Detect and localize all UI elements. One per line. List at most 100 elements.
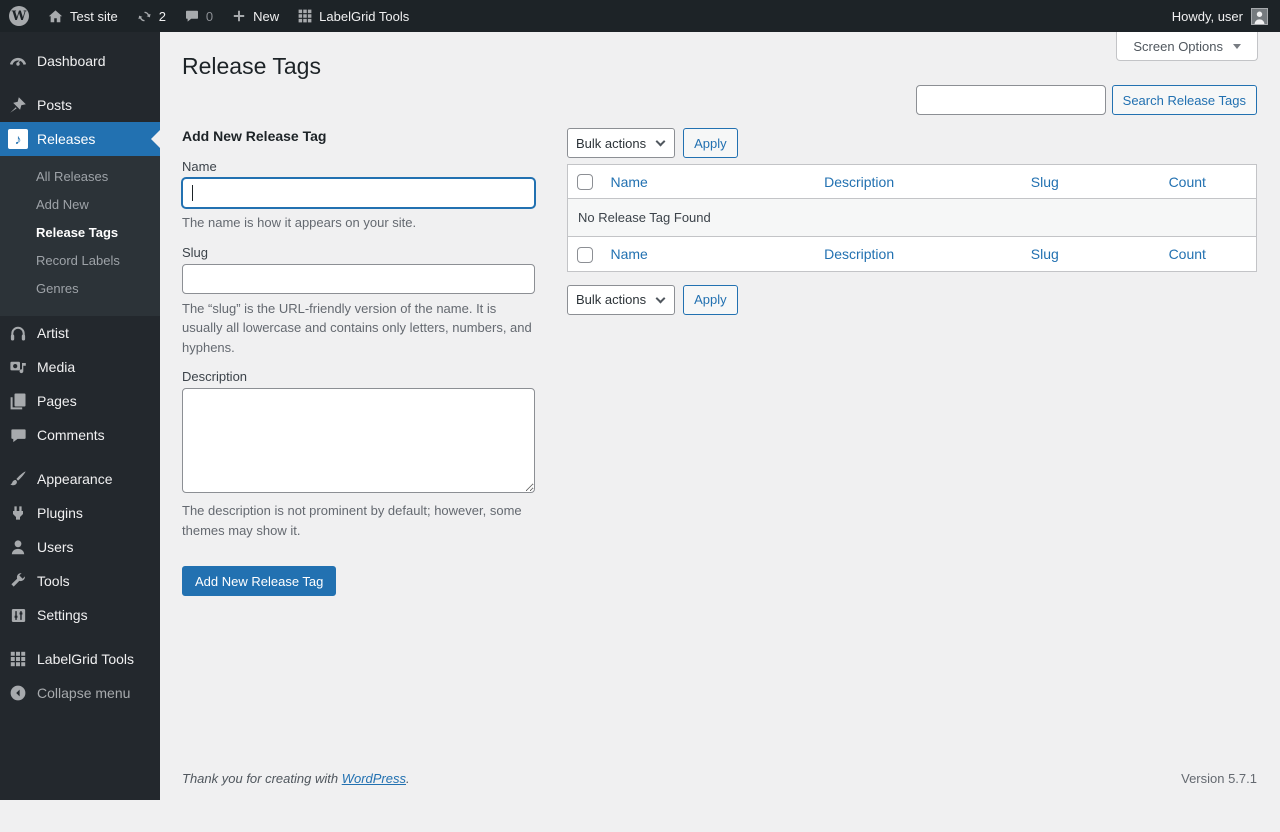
chevron-down-icon [656, 137, 666, 147]
chevron-down-icon [1233, 44, 1241, 49]
apply-button[interactable]: Apply [683, 128, 738, 158]
wrench-icon [8, 571, 28, 591]
submenu-item-record-labels[interactable]: Record Labels [0, 247, 160, 275]
sort-name-header[interactable]: Name [611, 174, 648, 190]
form-heading: Add New Release Tag [182, 128, 535, 144]
sidebar-item-settings[interactable]: Settings [0, 598, 160, 632]
sort-count-header[interactable]: Count [1169, 174, 1206, 190]
add-tag-form: Add New Release Tag Name The name is how… [182, 85, 535, 596]
empty-row: No Release Tag Found [568, 199, 1257, 237]
sort-description-header[interactable]: Description [824, 246, 894, 262]
sort-count-header[interactable]: Count [1169, 246, 1206, 262]
submenu-item-all-releases[interactable]: All Releases [0, 163, 160, 191]
avatar [1251, 8, 1268, 25]
empty-message: No Release Tag Found [568, 199, 1257, 237]
sidebar-item-dashboard[interactable]: Dashboard [0, 44, 160, 78]
add-new-release-tag-button[interactable]: Add New Release Tag [182, 566, 336, 596]
sidebar-item-releases[interactable]: ♪ Releases [0, 122, 160, 156]
submenu-item-release-tags[interactable]: Release Tags [0, 219, 160, 247]
sort-slug-header[interactable]: Slug [1031, 246, 1059, 262]
sidebar-item-posts[interactable]: Posts [0, 88, 160, 122]
howdy-text: Howdy, user [1172, 9, 1243, 24]
sidebar-item-artist[interactable]: Artist [0, 316, 160, 350]
wordpress-logo-icon: W [9, 6, 29, 26]
version-text: Version 5.7.1 [1181, 771, 1257, 786]
sidebar-item-appearance[interactable]: Appearance [0, 462, 160, 496]
table-header-row: Name Description Slug Count [568, 165, 1257, 199]
slug-field[interactable] [182, 264, 535, 294]
footer-thanks: Thank you for creating with WordPress. [182, 771, 410, 786]
bulk-actions-label: Bulk actions [576, 136, 646, 151]
name-help-text: The name is how it appears on your site. [182, 213, 535, 233]
collapse-menu-button[interactable]: Collapse menu [0, 676, 160, 710]
sidebar-item-label: LabelGrid Tools [37, 651, 134, 667]
grid-icon [8, 649, 28, 669]
submenu-item-genres[interactable]: Genres [0, 275, 160, 303]
release-tags-table: Name Description Slug Count No Release T… [567, 164, 1257, 272]
headphones-icon [8, 323, 28, 343]
sort-description-header[interactable]: Description [824, 174, 894, 190]
bulk-actions-select-bottom[interactable]: Bulk actions [567, 285, 675, 315]
media-icon [8, 357, 28, 377]
description-label: Description [182, 369, 535, 384]
sidebar-item-label: Appearance [37, 471, 113, 487]
sidebar-item-comments[interactable]: Comments [0, 418, 160, 452]
select-all-checkbox[interactable] [577, 174, 593, 190]
select-all-checkbox[interactable] [577, 247, 593, 263]
admin-footer: Thank you for creating with WordPress. V… [182, 761, 1257, 800]
search-input[interactable] [916, 85, 1106, 115]
sort-name-header[interactable]: Name [611, 246, 648, 262]
new-content-menu[interactable]: New [222, 0, 288, 32]
page-title: Release Tags [182, 52, 1257, 81]
sidebar-item-label: Tools [37, 573, 70, 589]
sidebar-item-label: Users [37, 539, 74, 555]
menu-separator [0, 632, 160, 642]
menu-separator [0, 78, 160, 88]
updates-count: 2 [159, 9, 166, 24]
sidebar-item-label: Plugins [37, 505, 83, 521]
sidebar-item-pages[interactable]: Pages [0, 384, 160, 418]
paintbrush-icon [8, 469, 28, 489]
menu-separator [0, 452, 160, 462]
music-note-icon: ♪ [8, 129, 28, 149]
pages-icon [8, 391, 28, 411]
sidebar-item-labelgrid-tools[interactable]: LabelGrid Tools [0, 642, 160, 676]
sidebar-item-label: Comments [37, 427, 105, 443]
sort-slug-header[interactable]: Slug [1031, 174, 1059, 190]
screen-options-button[interactable]: Screen Options [1116, 32, 1258, 61]
sidebar-item-media[interactable]: Media [0, 350, 160, 384]
comment-icon [8, 425, 28, 445]
main-content: Screen Options Release Tags Add New Rele… [160, 32, 1280, 800]
sidebar-item-tools[interactable]: Tools [0, 564, 160, 598]
comment-icon [184, 8, 200, 24]
sidebar-item-label: Media [37, 359, 75, 375]
account-menu[interactable]: Howdy, user [1160, 8, 1280, 25]
submenu-item-add-new[interactable]: Add New [0, 191, 160, 219]
site-name-menu[interactable]: Test site [38, 0, 127, 32]
home-icon [47, 8, 64, 25]
screen-options-label: Screen Options [1133, 39, 1223, 54]
comments-count: 0 [206, 9, 213, 24]
labelgrid-tools-menu[interactable]: LabelGrid Tools [288, 0, 418, 32]
settings-icon [8, 605, 28, 625]
comments-menu[interactable]: 0 [175, 0, 222, 32]
description-help-text: The description is not prominent by defa… [182, 501, 535, 540]
sidebar-item-label: Releases [37, 131, 95, 147]
search-release-tags-button[interactable]: Search Release Tags [1112, 85, 1257, 115]
sidebar-item-users[interactable]: Users [0, 530, 160, 564]
sidebar-item-plugins[interactable]: Plugins [0, 496, 160, 530]
description-field[interactable] [182, 388, 535, 493]
sidebar-item-label: Artist [37, 325, 69, 341]
updates-menu[interactable]: 2 [127, 0, 175, 32]
name-field[interactable] [182, 178, 535, 208]
bulk-actions-select[interactable]: Bulk actions [567, 128, 675, 158]
wordpress-link[interactable]: WordPress [342, 771, 406, 786]
bulk-actions-label: Bulk actions [576, 292, 646, 307]
admin-menu: Dashboard Posts ♪ Releases All Releases … [0, 32, 160, 800]
sidebar-item-label: Pages [37, 393, 77, 409]
dashboard-icon [8, 51, 28, 71]
new-label: New [253, 9, 279, 24]
apply-button-bottom[interactable]: Apply [683, 285, 738, 315]
table-footer-row: Name Description Slug Count [568, 237, 1257, 271]
wordpress-logo-menu[interactable]: W [0, 0, 38, 32]
